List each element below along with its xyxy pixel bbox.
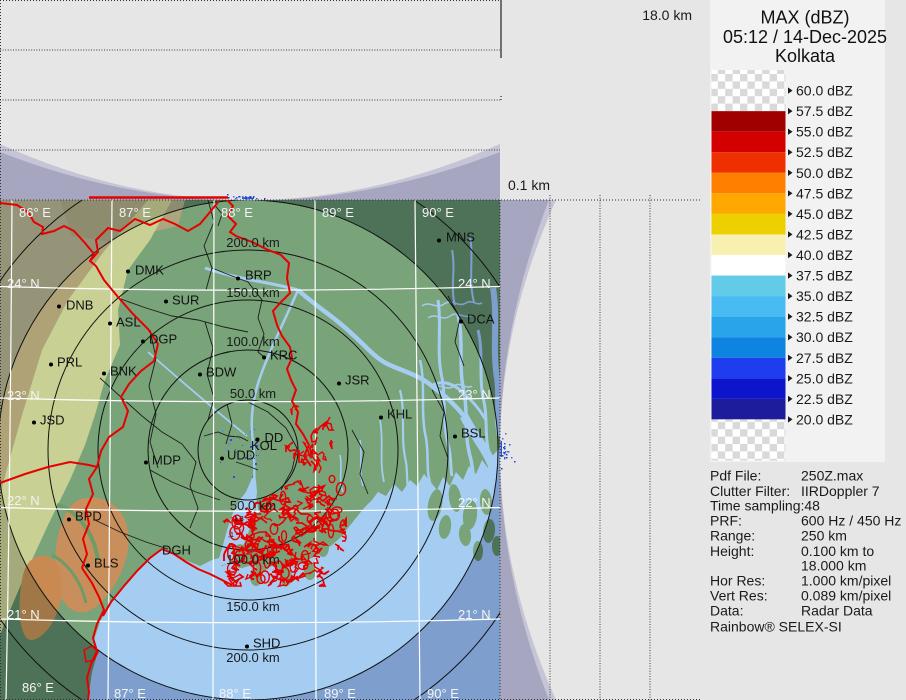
svg-text:30.0 dBZ: 30.0 dBZ xyxy=(796,329,853,345)
svg-text:89° E: 89° E xyxy=(322,205,354,220)
svg-text:SHD: SHD xyxy=(253,636,280,651)
svg-text:22° N: 22° N xyxy=(458,495,491,510)
svg-text:86° E: 86° E xyxy=(19,205,51,220)
svg-text:BDW: BDW xyxy=(206,365,237,380)
svg-text:KHL: KHL xyxy=(387,407,412,422)
svg-text:23° N: 23° N xyxy=(458,387,491,402)
svg-text:87° E: 87° E xyxy=(119,205,151,220)
svg-text:24° N: 24° N xyxy=(7,276,40,291)
svg-text:0.089 km/pixel: 0.089 km/pixel xyxy=(801,588,891,604)
svg-text:Radar Data: Radar Data xyxy=(801,603,873,619)
svg-text:MNS: MNS xyxy=(446,230,475,245)
svg-text:40.0 dBZ: 40.0 dBZ xyxy=(796,247,853,263)
svg-text:PRF:: PRF: xyxy=(710,513,742,529)
svg-text:55.0 dBZ: 55.0 dBZ xyxy=(796,124,853,140)
svg-text:Vert Res:: Vert Res: xyxy=(710,588,768,604)
svg-text:ASL: ASL xyxy=(116,315,141,330)
svg-text:Height:: Height: xyxy=(710,543,754,559)
svg-text:PRL: PRL xyxy=(57,355,82,370)
svg-text:18.0 km: 18.0 km xyxy=(642,7,692,23)
svg-text:50.0 dBZ: 50.0 dBZ xyxy=(796,165,853,181)
svg-text:DGH: DGH xyxy=(162,543,191,558)
svg-text:MDP: MDP xyxy=(152,453,181,468)
svg-text:1.3: 1.3 xyxy=(234,516,244,523)
svg-text:0.1 km: 0.1 km xyxy=(508,177,550,193)
svg-text:BPD: BPD xyxy=(75,509,102,524)
svg-text:57.5 dBZ: 57.5 dBZ xyxy=(796,103,853,119)
svg-text:Pdf File:: Pdf File: xyxy=(710,468,761,484)
svg-text:DCA: DCA xyxy=(467,312,495,327)
svg-text:250Z.max: 250Z.max xyxy=(801,468,863,484)
svg-text:37.5 dBZ: 37.5 dBZ xyxy=(796,268,853,284)
svg-text:BSL: BSL xyxy=(461,426,486,441)
svg-text:JSD: JSD xyxy=(40,413,65,428)
svg-text:60.0 dBZ: 60.0 dBZ xyxy=(796,83,853,99)
svg-text:88° E: 88° E xyxy=(221,205,253,220)
svg-text:1.000 km/pixel: 1.000 km/pixel xyxy=(801,573,891,589)
svg-text:BRP: BRP xyxy=(245,268,272,283)
svg-text:150.0 km: 150.0 km xyxy=(226,285,279,300)
svg-text:.: . xyxy=(240,525,242,532)
svg-text:BLS: BLS xyxy=(94,556,119,571)
svg-text:Rainbow® SELEX-SI: Rainbow® SELEX-SI xyxy=(710,619,842,635)
svg-text:JSR: JSR xyxy=(345,373,370,388)
svg-text:21° N: 21° N xyxy=(7,607,40,622)
svg-text:BNK: BNK xyxy=(110,364,137,379)
svg-text:21° N: 21° N xyxy=(458,607,491,622)
svg-text:89° E: 89° E xyxy=(324,686,356,700)
svg-text:MAX (dBZ): MAX (dBZ) xyxy=(760,8,849,28)
svg-text:150.0 km: 150.0 km xyxy=(226,599,279,614)
svg-text:50.0 km: 50.0 km xyxy=(230,386,276,401)
svg-text:90° E: 90° E xyxy=(422,205,454,220)
svg-text:47.5 dBZ: 47.5 dBZ xyxy=(796,185,853,201)
svg-text:250 km: 250 km xyxy=(801,528,847,544)
svg-text:88° E: 88° E xyxy=(219,686,251,700)
svg-text:,1: ,1 xyxy=(228,532,234,539)
svg-text:600 Hz / 450 Hz: 600 Hz / 450 Hz xyxy=(801,513,901,529)
svg-text:UDD: UDD xyxy=(227,448,255,463)
svg-text:Kolkata: Kolkata xyxy=(775,46,836,66)
svg-text:87° E: 87° E xyxy=(114,686,146,700)
svg-text:KRC: KRC xyxy=(270,348,297,363)
svg-text:27.5 dBZ: 27.5 dBZ xyxy=(796,350,853,366)
svg-text:42.5 dBZ: 42.5 dBZ xyxy=(796,226,853,242)
svg-text:25.0 dBZ: 25.0 dBZ xyxy=(796,370,853,386)
svg-text:35.0 dBZ: 35.0 dBZ xyxy=(796,288,853,304)
svg-text:90° E: 90° E xyxy=(427,686,459,700)
svg-text:45.0 dBZ: 45.0 dBZ xyxy=(796,206,853,222)
svg-text:52.5 dBZ: 52.5 dBZ xyxy=(796,144,853,160)
svg-text:20.0 dBZ: 20.0 dBZ xyxy=(796,411,853,427)
svg-text:22° N: 22° N xyxy=(7,493,40,508)
svg-text:18.000 km: 18.000 km xyxy=(801,558,866,574)
svg-text:05:12 / 14-Dec-2025: 05:12 / 14-Dec-2025 xyxy=(723,27,887,47)
svg-text:Hor Res:: Hor Res: xyxy=(710,573,765,589)
svg-text:100.0 km: 100.0 km xyxy=(226,552,279,567)
svg-text:Range:: Range: xyxy=(710,528,755,544)
svg-text:DGP: DGP xyxy=(149,332,177,347)
svg-text:32.5 dBZ: 32.5 dBZ xyxy=(796,309,853,325)
svg-text:86° E: 86° E xyxy=(22,680,54,695)
svg-text:DMK: DMK xyxy=(135,263,164,278)
svg-text:DNB: DNB xyxy=(66,298,93,313)
svg-text:SUR: SUR xyxy=(172,293,199,308)
svg-text:Time sampling:48: Time sampling:48 xyxy=(710,498,820,514)
svg-text:200.0 km: 200.0 km xyxy=(226,235,279,250)
svg-text:200.0 km: 200.0 km xyxy=(226,650,279,665)
svg-text:23° N: 23° N xyxy=(7,388,40,403)
svg-text:50.0 km: 50.0 km xyxy=(230,498,276,513)
svg-text:22.5 dBZ: 22.5 dBZ xyxy=(796,391,853,407)
svg-text:Data:: Data: xyxy=(710,603,743,619)
svg-text:24° N: 24° N xyxy=(458,276,491,291)
